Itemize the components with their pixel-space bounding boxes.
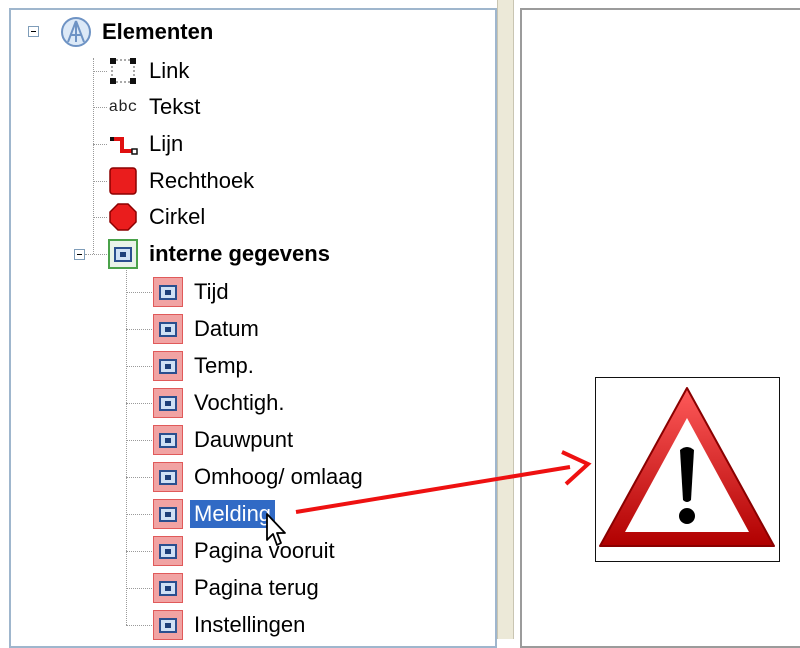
tree-item-tijd[interactable]: Tijd (152, 277, 233, 307)
data-icon (152, 498, 184, 530)
collapse-group-toggle[interactable] (74, 249, 85, 260)
tree-item-melding[interactable]: Melding (152, 498, 276, 530)
tree-group-label: interne gegevens (149, 241, 330, 266)
warning-triangle-icon (599, 387, 775, 547)
tree-line (126, 270, 127, 625)
tree-item-label: Temp. (194, 353, 254, 378)
tree-item-cirkel[interactable]: Cirkel (107, 202, 209, 232)
panel-splitter[interactable] (497, 0, 514, 639)
data-icon (152, 276, 184, 308)
line-icon (107, 128, 139, 160)
tree-line (126, 403, 152, 404)
tree-item-label-selected: Melding (190, 500, 276, 528)
tree-item-label: Omhoog/ omlaag (194, 464, 363, 489)
tree-item-label: Rechthoek (149, 168, 255, 193)
tree-line (126, 477, 152, 478)
tree-item-label: Tekst (149, 94, 201, 119)
tree-line (93, 107, 107, 108)
tree-line (93, 58, 94, 254)
tree-item-tekst[interactable]: abc Tekst (107, 92, 204, 122)
tree-line (126, 625, 152, 626)
tree-item-instellingen[interactable]: Instellingen (152, 610, 309, 640)
tree-item-datum[interactable]: Datum (152, 314, 263, 344)
rectangle-icon (107, 165, 139, 197)
tree-item-vochtigh[interactable]: Vochtigh. (152, 388, 289, 418)
tree-item-label: Cirkel (149, 204, 206, 229)
tree-item-label: Dauwpunt (194, 427, 294, 452)
tree-item-temp[interactable]: Temp. (152, 351, 258, 381)
tree-item-lijn[interactable]: Lijn (107, 129, 187, 159)
tree-item-pagina-terug[interactable]: Pagina terug (152, 573, 323, 603)
tree-line (126, 440, 152, 441)
tree-line (126, 514, 152, 515)
tree-root-label: Elementen (102, 19, 214, 44)
tree-root[interactable]: Elementen (60, 17, 217, 47)
tree-item-label: Datum (194, 316, 259, 341)
circle-icon (107, 201, 139, 233)
tree-item-omhoog-omlaag[interactable]: Omhoog/ omlaag (152, 462, 367, 492)
tree-item-rechthoek[interactable]: Rechthoek (107, 166, 258, 196)
tree-line (126, 292, 152, 293)
tree-line (126, 329, 152, 330)
link-frame-icon (107, 55, 139, 87)
tree-line (93, 71, 107, 72)
data-icon (152, 535, 184, 567)
tree-item-label: Link (149, 58, 190, 83)
tree-line (93, 217, 107, 218)
tree-item-label: Instellingen (194, 612, 306, 637)
tree-item-pagina-vooruit[interactable]: Pagina vooruit (152, 536, 339, 566)
tree-line (93, 144, 107, 145)
tree-line (85, 254, 107, 255)
data-icon (107, 238, 139, 270)
tree-line (126, 551, 152, 552)
data-icon (152, 350, 184, 382)
tree-item-link[interactable]: Link (107, 56, 193, 86)
tree-line (126, 366, 152, 367)
tree-line (93, 181, 107, 182)
data-icon (152, 609, 184, 641)
data-icon (152, 313, 184, 345)
mouse-cursor-icon (266, 513, 286, 546)
warning-preview-box[interactable] (595, 377, 780, 562)
tree-item-label: Pagina terug (194, 575, 319, 600)
data-icon (152, 424, 184, 456)
tree-item-dauwpunt[interactable]: Dauwpunt (152, 425, 297, 455)
elements-logo-icon (60, 16, 92, 48)
data-icon (152, 461, 184, 493)
data-icon (152, 387, 184, 419)
tree-line (126, 588, 152, 589)
data-icon (152, 572, 184, 604)
tree-item-label: Lijn (149, 131, 184, 156)
tree-item-label: Vochtigh. (194, 390, 285, 415)
tree-group-interne-gegevens[interactable]: interne gegevens (107, 239, 334, 269)
text-abc-icon: abc (108, 98, 138, 116)
collapse-root-toggle[interactable] (28, 26, 39, 37)
tree-item-label: Tijd (194, 279, 229, 304)
